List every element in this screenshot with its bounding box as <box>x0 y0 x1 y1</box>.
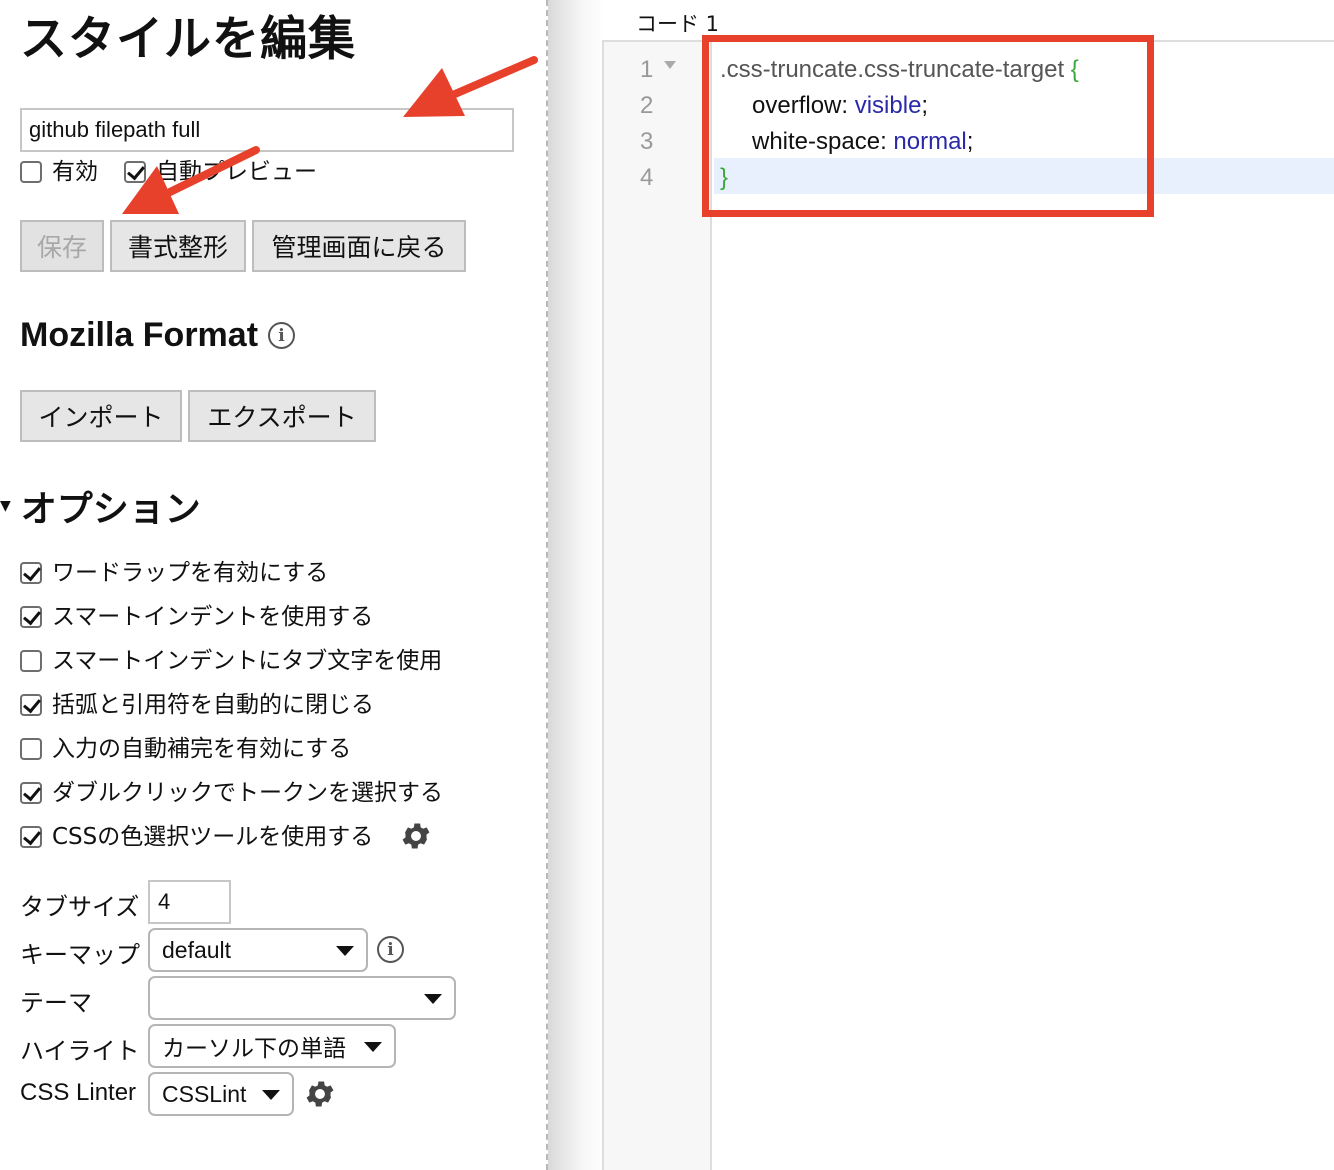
style-name-input[interactable]: github filepath full <box>20 108 514 152</box>
option-row[interactable]: CSSの色選択ツールを使用する <box>20 822 373 852</box>
color-picker-settings-gear-icon[interactable] <box>399 819 433 853</box>
options-title: オプション <box>20 489 201 530</box>
theme-select[interactable] <box>148 976 456 1020</box>
chevron-down-icon <box>424 994 442 1004</box>
option-label: 括弧と引用符を自動的に閉じる <box>52 692 374 718</box>
option-row[interactable]: ワードラップを有効にする <box>20 558 328 588</box>
back-to-manage-button[interactable]: 管理画面に戻る <box>252 220 466 272</box>
info-icon[interactable]: i <box>268 322 296 349</box>
enabled-label: 有効 <box>52 159 98 185</box>
option-checkbox[interactable] <box>20 738 42 760</box>
panel-shadow <box>548 0 604 1170</box>
option-label: CSSの色選択ツールを使用する <box>52 824 374 850</box>
linter-label: CSS Linter <box>20 1079 137 1106</box>
option-label: ワードラップを有効にする <box>52 560 329 586</box>
keymap-value: default <box>162 936 232 963</box>
line-number: 4 <box>640 164 654 191</box>
live-preview-label: 自動プレビュー <box>156 159 317 185</box>
export-button[interactable]: エクスポート <box>188 390 376 442</box>
highlight-value: カーソル下の単語 <box>162 1035 346 1061</box>
linter-settings-gear-icon[interactable] <box>303 1077 337 1111</box>
option-checkbox[interactable] <box>20 782 42 804</box>
beautify-button[interactable]: 書式整形 <box>110 220 246 272</box>
option-row[interactable]: ダブルクリックでトークンを選択する <box>20 778 443 808</box>
option-checkbox[interactable] <box>20 650 42 672</box>
keymap-select[interactable]: default <box>148 928 368 972</box>
linter-value: CSSLint <box>162 1080 247 1107</box>
chevron-down-icon <box>364 1042 382 1052</box>
live-preview-checkbox[interactable] <box>124 161 146 183</box>
option-row[interactable]: 括弧と引用符を自動的に閉じる <box>20 690 374 720</box>
line-number: 1 <box>640 56 654 83</box>
option-row[interactable]: スマートインデントを使用する <box>20 602 373 632</box>
editor-section-label: コード 1 <box>636 12 720 36</box>
option-label: スマートインデントにタブ文字を使用 <box>52 648 443 674</box>
option-label: ダブルクリックでトークンを選択する <box>52 780 443 806</box>
import-button[interactable]: インポート <box>20 390 182 442</box>
mozilla-format-heading: Mozilla Format i <box>20 316 296 355</box>
page-title: スタイルを編集 <box>20 12 356 67</box>
option-checkbox[interactable] <box>20 562 42 584</box>
option-label: 入力の自動補完を有効にする <box>52 736 352 762</box>
collapse-triangle-icon[interactable]: ▼ <box>0 498 11 514</box>
highlight-label: ハイライト <box>20 1037 140 1065</box>
live-preview-checkbox-row[interactable]: 自動プレビュー <box>124 157 317 187</box>
line-number: 3 <box>640 128 654 155</box>
option-label: スマートインデントを使用する <box>52 604 374 630</box>
keymap-label: キーマップ <box>20 941 140 969</box>
fold-triangle-icon[interactable] <box>664 61 676 69</box>
annotation-highlight-box <box>702 35 1154 217</box>
chevron-down-icon <box>336 946 354 956</box>
mozilla-format-title: Mozilla Format <box>20 316 259 354</box>
theme-label: テーマ <box>20 989 92 1017</box>
option-row[interactable]: 入力の自動補完を有効にする <box>20 734 351 764</box>
style-editor-sidebar: スタイルを編集 github filepath full 有効 自動プレビュー … <box>0 0 546 1170</box>
option-checkbox[interactable] <box>20 606 42 628</box>
enabled-checkbox[interactable] <box>20 161 42 183</box>
linter-select[interactable]: CSSLint <box>148 1072 294 1116</box>
option-checkbox[interactable] <box>20 826 42 848</box>
highlight-select[interactable]: カーソル下の単語 <box>148 1024 396 1068</box>
option-checkbox[interactable] <box>20 694 42 716</box>
options-heading[interactable]: ▼ オプション <box>0 480 201 532</box>
line-number: 2 <box>640 92 654 119</box>
line-number-gutter <box>604 42 712 1170</box>
tab-size-input[interactable]: 4 <box>148 880 231 924</box>
option-row[interactable]: スマートインデントにタブ文字を使用 <box>20 646 442 676</box>
tab-size-label: タブサイズ <box>20 893 140 921</box>
enabled-checkbox-row[interactable]: 有効 <box>20 157 98 187</box>
keymap-info-icon[interactable]: i <box>377 936 404 963</box>
chevron-down-icon <box>262 1090 280 1100</box>
save-button[interactable]: 保存 <box>20 220 104 272</box>
